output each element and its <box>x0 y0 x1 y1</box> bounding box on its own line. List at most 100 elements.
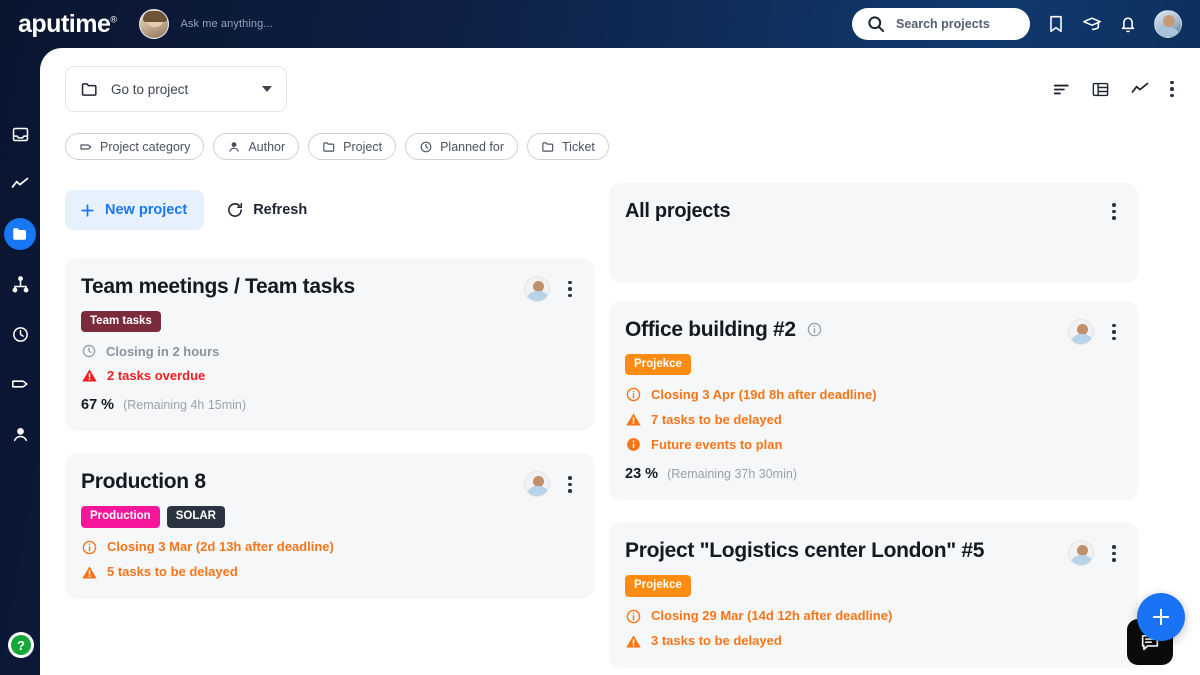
project-status: Closing in 2 hours <box>81 343 574 359</box>
more-options-icon[interactable] <box>1106 543 1118 564</box>
filter-chip-project[interactable]: Project <box>308 133 397 160</box>
new-project-button[interactable]: New project <box>65 190 205 230</box>
project-statuses: Closing 29 Mar (14d 12h after deadline) … <box>625 608 1118 650</box>
chart-view-icon[interactable] <box>1130 79 1150 99</box>
plus-icon <box>81 203 94 217</box>
assistant-avatar[interactable] <box>138 9 169 39</box>
project-status: 7 tasks to be delayed <box>625 411 1118 428</box>
progress-remaining: (Remaining 4h 15min) <box>123 398 247 413</box>
info-circle-icon <box>626 609 641 624</box>
add-fab-button[interactable] <box>1137 593 1185 641</box>
more-options-icon[interactable] <box>1170 80 1174 98</box>
filter-chip-author[interactable]: Author <box>213 133 300 160</box>
project-card-actions <box>524 470 574 498</box>
sort-lines-icon[interactable] <box>1052 80 1071 99</box>
sidebar-item-projects[interactable] <box>4 218 36 250</box>
status-badge: SOLAR <box>166 506 225 528</box>
table-view-icon[interactable] <box>1091 80 1110 99</box>
project-card[interactable]: Team meetings / Team tasks Team tasks Cl… <box>65 258 594 432</box>
all-projects-card[interactable]: All projects <box>609 183 1138 283</box>
project-statuses: Closing 3 Apr (19d 8h after deadline) 7 … <box>625 386 1118 453</box>
top-bar-actions <box>852 8 1182 40</box>
status-badge: Projekce <box>625 354 691 376</box>
logo-text: aputime <box>18 9 111 38</box>
sidebar-item-tags[interactable] <box>4 368 36 400</box>
tag-icon <box>12 380 28 388</box>
sidebar-item-inbox[interactable] <box>4 118 36 150</box>
project-title-wrap: Office building #2 <box>625 318 1068 341</box>
project-statuses: Closing 3 Mar (2d 13h after deadline) 5 … <box>81 539 574 581</box>
person-icon <box>229 141 240 152</box>
assistant-prompt[interactable]: Ask me anything... <box>181 18 273 30</box>
filter-chip-planned-for[interactable]: Planned for <box>405 133 519 160</box>
project-card[interactable]: Office building #2 Projekce Closing 3 Ap… <box>609 301 1138 501</box>
avatar[interactable] <box>1068 540 1094 567</box>
project-card-header: Project "Logistics center London" #5 <box>625 539 1118 567</box>
help-button[interactable]: ? <box>8 632 34 658</box>
projects-column-right: All projects Office building #2 Projekce… <box>609 183 1138 668</box>
project-card[interactable]: Production 8 Production SOLAR Closing 3 … <box>65 453 594 599</box>
app-root: aputime® Ask me anything... Search proje… <box>0 0 1200 675</box>
all-projects-title: All projects <box>625 200 731 222</box>
project-status-label: Closing 3 Apr (19d 8h after deadline) <box>651 387 877 403</box>
graduation-cap-icon[interactable] <box>1082 14 1102 34</box>
help-label: ? <box>11 635 31 655</box>
project-status: 2 tasks overdue <box>81 367 574 384</box>
project-status-label: 7 tasks to be delayed <box>651 412 782 428</box>
folder-icon <box>13 228 26 240</box>
more-options-icon[interactable] <box>1106 322 1118 343</box>
project-title-wrap: Team meetings / Team tasks <box>81 275 524 298</box>
app-logo[interactable]: aputime® <box>18 9 117 38</box>
sitemap-icon <box>12 275 28 292</box>
project-badges: Projekce <box>625 354 1118 376</box>
avatar[interactable] <box>524 276 550 302</box>
bell-icon[interactable] <box>1118 14 1138 34</box>
sidebar-item-people[interactable] <box>4 418 36 450</box>
status-badge: Projekce <box>625 575 691 597</box>
clock-icon <box>420 141 432 152</box>
filter-chip-project-category[interactable]: Project category <box>65 133 205 160</box>
user-avatar[interactable] <box>1154 10 1182 38</box>
project-status: 5 tasks to be delayed <box>81 564 574 581</box>
project-card[interactable]: Project "Logistics center London" #5 Pro… <box>609 522 1138 668</box>
search-box[interactable] <box>852 8 1030 40</box>
view-options <box>1052 79 1176 99</box>
project-status: Future events to plan <box>625 436 1118 453</box>
project-card-actions <box>524 275 574 302</box>
search-input[interactable] <box>896 17 1016 31</box>
avatar[interactable] <box>524 471 550 498</box>
clock-icon <box>12 326 28 342</box>
project-title: Office building #2 <box>625 318 796 341</box>
project-status-label: Future events to plan <box>651 437 783 453</box>
filter-chip-label: Planned for <box>440 139 505 154</box>
more-options-icon[interactable] <box>562 474 574 495</box>
filter-chips: Project category Author Project Planned … <box>65 133 1176 160</box>
project-card-actions <box>1068 318 1118 345</box>
refresh-button[interactable]: Refresh <box>218 190 315 230</box>
all-projects-actions <box>1106 200 1118 222</box>
sidebar-item-analytics[interactable] <box>4 168 36 200</box>
info-circle-icon <box>82 540 97 555</box>
project-status: Closing 3 Apr (19d 8h after deadline) <box>625 386 1118 403</box>
filter-chip-ticket[interactable]: Ticket <box>527 133 609 160</box>
project-badges: Projekce <box>625 575 1118 597</box>
progress-percent: 67 % <box>81 397 115 414</box>
info-circle-icon[interactable] <box>806 321 823 338</box>
sidebar-item-structure[interactable] <box>4 268 36 300</box>
bookmark-icon[interactable] <box>1046 14 1066 34</box>
folder-icon <box>81 82 97 96</box>
goto-project-dropdown[interactable]: Go to project <box>65 66 287 112</box>
info-filled-icon <box>627 438 640 452</box>
new-project-label: New project <box>105 202 188 218</box>
project-card-header: Team meetings / Team tasks <box>81 275 574 302</box>
filter-chip-label: Project category <box>100 139 191 154</box>
filter-chip-label: Author <box>248 139 286 154</box>
avatar[interactable] <box>1068 319 1094 345</box>
more-options-icon[interactable] <box>562 279 574 300</box>
folder-icon <box>542 141 554 152</box>
sidebar-item-time[interactable] <box>4 318 36 350</box>
filter-chip-label: Project <box>343 139 383 154</box>
more-options-icon[interactable] <box>1106 201 1118 222</box>
project-badges: Team tasks <box>81 311 574 333</box>
tag-icon <box>80 143 92 150</box>
